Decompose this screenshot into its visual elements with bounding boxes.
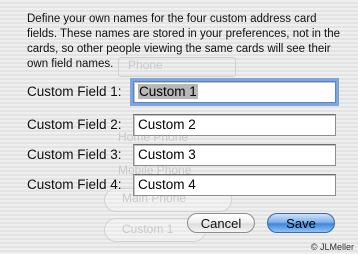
- custom-field-1-label: Custom Field 1:: [27, 84, 122, 99]
- ghost-label-custom: Custom 1: [122, 222, 174, 236]
- custom-field-3-value: Custom 3: [138, 147, 196, 162]
- copyright-watermark: © JLMeller: [310, 242, 354, 252]
- custom-field-4-row: Custom Field 4: Custom 4: [27, 174, 339, 198]
- custom-field-2-label: Custom Field 2:: [27, 117, 122, 132]
- custom-field-2-input[interactable]: Custom 2: [133, 114, 336, 136]
- custom-field-4-value: Custom 4: [138, 177, 196, 192]
- custom-field-1-value: Custom 1: [138, 84, 198, 99]
- custom-field-2-value: Custom 2: [138, 117, 196, 132]
- custom-field-3-label: Custom Field 3:: [27, 147, 122, 162]
- custom-field-1-row: Custom Field 1: Custom 1: [27, 78, 339, 106]
- custom-fields-sheet: Phone Home Phone Mobile Phone Main Phone…: [0, 0, 358, 254]
- custom-field-4-label: Custom Field 4:: [27, 177, 122, 192]
- cancel-button[interactable]: Cancel: [187, 213, 255, 233]
- custom-field-3-row: Custom Field 3: Custom 3: [27, 144, 339, 168]
- custom-field-1-input[interactable]: Custom 1: [130, 78, 339, 106]
- sheet-description: Define your own names for the four custo…: [27, 13, 341, 70]
- custom-field-2-row: Custom Field 2: Custom 2: [27, 114, 339, 138]
- custom-field-4-input[interactable]: Custom 4: [133, 174, 336, 196]
- custom-field-3-input[interactable]: Custom 3: [133, 144, 336, 166]
- save-button[interactable]: Save: [267, 213, 335, 233]
